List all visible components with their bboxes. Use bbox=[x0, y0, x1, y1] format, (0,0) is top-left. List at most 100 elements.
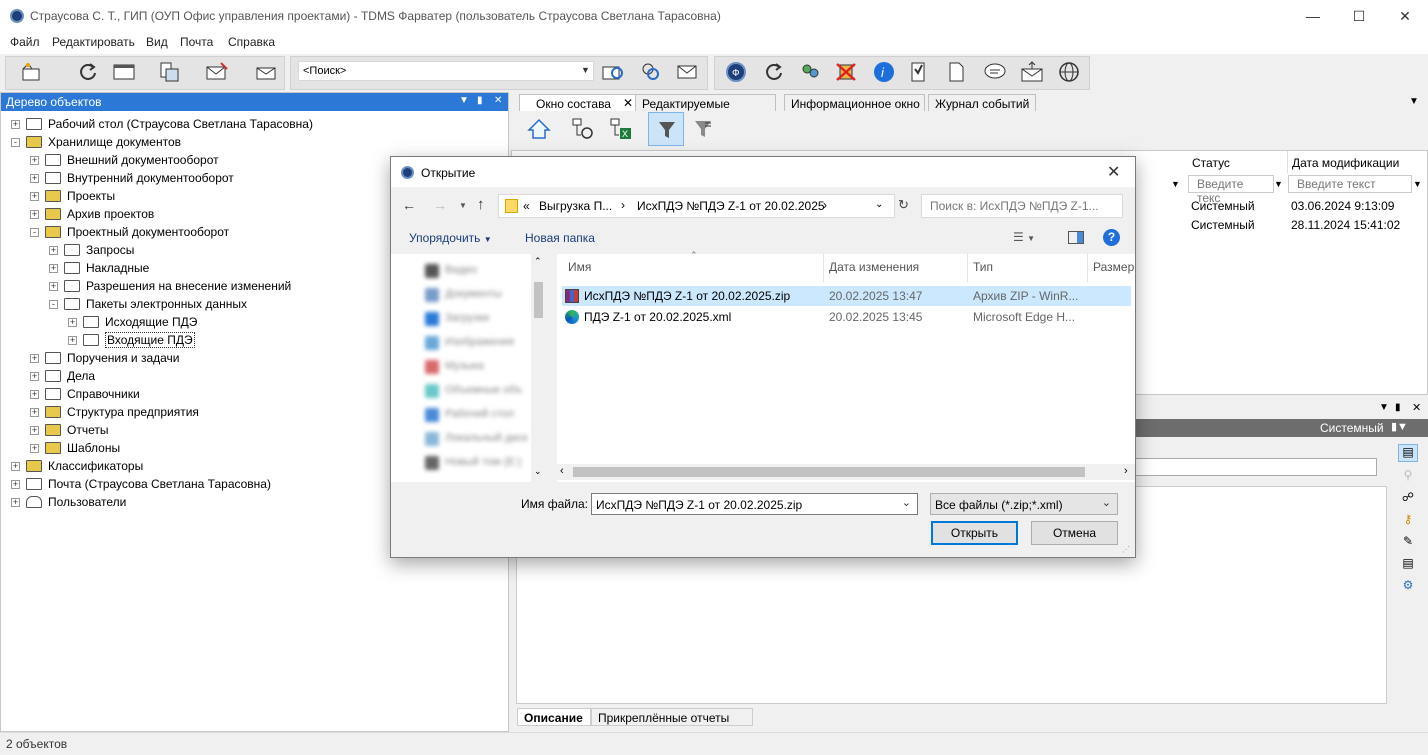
expand-icon[interactable]: + bbox=[11, 480, 20, 489]
scroll-thumb[interactable] bbox=[573, 467, 1085, 477]
chevron-down-icon[interactable]: ▼ bbox=[1413, 179, 1422, 189]
pin-icon[interactable]: ▮ bbox=[477, 95, 483, 106]
filter-settings-icon[interactable] bbox=[691, 117, 715, 141]
breadcrumb-item[interactable]: ИсхПДЭ №ПДЭ Z-1 от 20.02.2025 bbox=[637, 199, 825, 213]
dialog-close-button[interactable]: ✕ bbox=[1107, 162, 1120, 182]
cancel-button[interactable]: Отмена bbox=[1031, 521, 1118, 545]
description-view-icon[interactable]: ▤ bbox=[1398, 444, 1418, 462]
menu-view[interactable]: Вид bbox=[146, 35, 168, 49]
scroll-thumb[interactable] bbox=[534, 282, 543, 318]
scroll-down-icon[interactable]: ⌄ bbox=[534, 466, 542, 477]
column-header-type[interactable]: Тип bbox=[973, 260, 993, 274]
view-options-icon[interactable]: ☰ ▼ bbox=[1013, 230, 1035, 244]
help-icon[interactable]: ? bbox=[1103, 229, 1120, 246]
filename-combo[interactable]: ИсхПДЭ №ПДЭ Z-1 от 20.02.2025.zip ⌄ bbox=[591, 493, 918, 515]
column-header-date[interactable]: Дата изменения bbox=[829, 260, 919, 274]
excel-export-icon[interactable]: X bbox=[609, 117, 633, 141]
panel-menu-icon[interactable]: ▼ bbox=[1379, 402, 1389, 413]
menu-help[interactable]: Справка bbox=[228, 35, 275, 49]
expand-icon[interactable]: + bbox=[30, 156, 39, 165]
chevron-down-icon[interactable]: ⌄ bbox=[875, 199, 883, 210]
expand-icon[interactable]: + bbox=[30, 372, 39, 381]
tree-search-icon[interactable] bbox=[571, 117, 595, 141]
column-header-name[interactable]: Имя bbox=[568, 260, 591, 274]
pin-icon[interactable]: ▮ bbox=[1395, 402, 1401, 413]
expand-icon[interactable]: + bbox=[49, 246, 58, 255]
breadcrumb-chevron-icon[interactable]: › bbox=[621, 198, 625, 212]
forward-arrow-icon[interactable]: → bbox=[433, 197, 447, 213]
link-icon[interactable]: ☍ bbox=[1398, 490, 1418, 508]
expand-icon[interactable]: + bbox=[30, 174, 39, 183]
pen-icon[interactable]: ✎ bbox=[1398, 534, 1418, 552]
tabs-dropdown-icon[interactable]: ▼ bbox=[1409, 96, 1419, 107]
table-cell-date[interactable]: 03.06.2024 9:13:09 bbox=[1291, 199, 1394, 213]
scroll-right-icon[interactable]: › bbox=[1124, 465, 1128, 477]
chevron-down-icon[interactable]: ▼ bbox=[581, 65, 590, 75]
home-icon[interactable] bbox=[527, 117, 551, 141]
nav-item[interactable]: Музыка bbox=[445, 360, 484, 372]
nav-item[interactable]: Рабочий стол bbox=[445, 408, 514, 420]
document-menu-icon[interactable]: ▮▼ bbox=[1391, 420, 1408, 433]
date-filter-input[interactable]: Введите текст bbox=[1288, 175, 1412, 193]
nav-item[interactable]: Объемные объ bbox=[445, 384, 522, 396]
chevron-down-icon[interactable]: ⌄ bbox=[1102, 496, 1111, 509]
key-icon[interactable]: ⚷ bbox=[1398, 512, 1418, 530]
tab-close-icon[interactable]: ✕ bbox=[623, 96, 633, 110]
reload-icon[interactable] bbox=[762, 61, 786, 83]
panel-close-icon[interactable]: ✕ bbox=[1412, 401, 1421, 414]
minimize-button[interactable]: — bbox=[1290, 0, 1336, 32]
breadcrumb-item[interactable]: Выгрузка П... bbox=[539, 199, 612, 213]
expand-icon[interactable]: + bbox=[11, 120, 20, 129]
column-header-status[interactable]: Статус bbox=[1188, 151, 1288, 173]
expand-icon[interactable]: + bbox=[30, 426, 39, 435]
recent-locations-icon[interactable]: ▼ bbox=[459, 201, 467, 210]
tab-description[interactable]: Описание bbox=[517, 708, 591, 726]
tab-attached-reports[interactable]: Прикреплённые отчеты bbox=[591, 708, 753, 726]
scroll-left-icon[interactable]: ‹ bbox=[560, 465, 564, 477]
expand-icon[interactable]: + bbox=[11, 498, 20, 507]
tab-event-log[interactable]: Журнал событий bbox=[928, 94, 1036, 112]
nav-item[interactable]: Локальный диск bbox=[445, 432, 528, 444]
info-icon[interactable]: i bbox=[872, 61, 896, 83]
nav-item[interactable]: Загрузки bbox=[445, 312, 489, 324]
expand-icon[interactable]: + bbox=[68, 336, 77, 345]
collapse-icon[interactable]: - bbox=[11, 138, 20, 147]
property-field[interactable] bbox=[1131, 458, 1377, 476]
tools-delete-icon[interactable] bbox=[834, 61, 858, 83]
expand-icon[interactable]: + bbox=[30, 444, 39, 453]
preview-pane-icon[interactable] bbox=[1068, 231, 1084, 244]
column-header-size[interactable]: Размер bbox=[1093, 260, 1134, 274]
table-cell-status[interactable]: Системный bbox=[1191, 199, 1255, 213]
nav-item[interactable]: Документы bbox=[445, 288, 502, 300]
forward-message-icon[interactable] bbox=[254, 61, 278, 83]
status-filter-input[interactable]: Введите текс bbox=[1188, 175, 1274, 205]
chat-icon[interactable] bbox=[983, 61, 1007, 83]
column-header-modified[interactable]: Дата модификации bbox=[1288, 151, 1428, 173]
document-icon[interactable] bbox=[944, 61, 968, 83]
nav-item[interactable]: Новый том (E:) bbox=[445, 456, 521, 468]
panel-close-icon[interactable]: ✕ bbox=[494, 95, 502, 106]
expand-icon[interactable]: + bbox=[11, 462, 20, 471]
collapse-icon[interactable]: - bbox=[49, 300, 58, 309]
file-type-filter[interactable]: Все файлы (*.zip;*.xml) ⌄ bbox=[930, 493, 1118, 515]
send-message-icon[interactable] bbox=[205, 61, 229, 83]
search-folder-icon[interactable] bbox=[601, 61, 625, 83]
object-properties-icon[interactable] bbox=[156, 61, 180, 83]
search-mail-icon[interactable] bbox=[676, 61, 700, 83]
search-icon[interactable]: ⚲ bbox=[1398, 468, 1418, 486]
map-icon[interactable]: ▤ bbox=[1398, 556, 1418, 574]
up-arrow-icon[interactable]: ↑ bbox=[477, 196, 485, 213]
expand-icon[interactable]: + bbox=[49, 282, 58, 291]
tree-item[interactable]: - Хранилище документов bbox=[1, 133, 506, 151]
expand-icon[interactable]: + bbox=[30, 210, 39, 219]
scroll-up-icon[interactable]: ⌃ bbox=[534, 256, 542, 267]
close-window-button[interactable]: ✕ bbox=[1382, 0, 1428, 32]
window-icon[interactable] bbox=[112, 61, 136, 83]
expand-icon[interactable]: + bbox=[30, 408, 39, 417]
refresh-icon[interactable]: ↻ bbox=[894, 197, 909, 213]
table-cell-status[interactable]: Системный bbox=[1191, 218, 1255, 232]
refresh-icon[interactable] bbox=[76, 61, 100, 83]
expand-icon[interactable]: + bbox=[30, 354, 39, 363]
expand-icon[interactable]: + bbox=[68, 318, 77, 327]
resize-grip-icon[interactable]: ⋰ bbox=[1122, 545, 1130, 554]
